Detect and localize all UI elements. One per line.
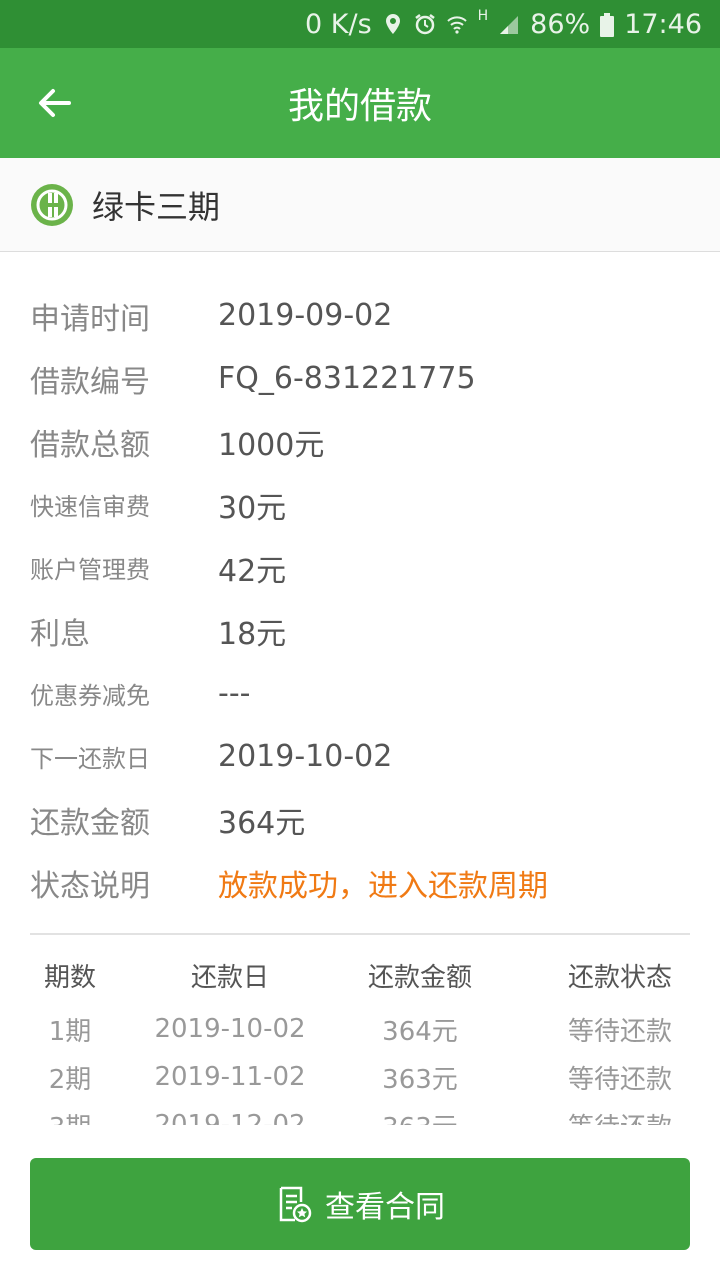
schedule-header: 期数 还款日 还款金额 还款状态 bbox=[0, 945, 720, 1005]
detail-row-apply-time: 申请时间 2019-09-02 bbox=[0, 284, 720, 347]
document-icon bbox=[279, 1186, 312, 1223]
table-cell: 2019-12-02 bbox=[154, 1110, 306, 1125]
detail-row-interest: 利息 18元 bbox=[0, 599, 720, 662]
detail-value: 1000元 bbox=[218, 427, 325, 463]
detail-label: 快速信审费 bbox=[30, 493, 150, 521]
table-cell: 1期 bbox=[48, 1016, 92, 1047]
battery-percent: 86% bbox=[530, 8, 591, 40]
status-bar: 0 K/s H 86% 17:46 bbox=[0, 0, 720, 48]
detail-label: 利息 bbox=[30, 616, 90, 652]
detail-row-loan-no: 借款编号 FQ_6-831221775 bbox=[0, 347, 720, 410]
detail-label: 还款金额 bbox=[30, 805, 150, 841]
table-cell: 3期 bbox=[0, 1107, 140, 1126]
table-cell: 2019-11-02 bbox=[154, 1062, 306, 1092]
network-type: H bbox=[477, 8, 489, 24]
table-cell: 等待还款 bbox=[567, 1016, 672, 1047]
page-title: 我的借款 bbox=[287, 86, 432, 127]
detail-label: 账户管理费 bbox=[30, 556, 150, 584]
column-header: 期数 bbox=[43, 962, 96, 993]
detail-row-status: 状态说明 放款成功，进入还款周期 bbox=[0, 851, 720, 914]
detail-value: FQ_6-831221775 bbox=[218, 361, 476, 396]
detail-value: 42元 bbox=[218, 553, 287, 589]
repayment-schedule[interactable]: 期数 还款日 还款金额 还款状态 1期 2019-10-02 364元 等待还款… bbox=[0, 945, 720, 1126]
product-header: 绿卡三期 bbox=[0, 158, 720, 252]
signal-icon bbox=[498, 13, 520, 35]
detail-value: 18元 bbox=[218, 616, 287, 652]
detail-label: 申请时间 bbox=[30, 301, 150, 337]
app-bar: 我的借款 bbox=[0, 48, 720, 158]
detail-value: --- bbox=[218, 676, 251, 711]
location-icon bbox=[382, 13, 404, 35]
detail-label: 借款总额 bbox=[30, 427, 150, 463]
divider bbox=[30, 933, 690, 935]
table-row: 1期 2019-10-02 364元 等待还款 bbox=[0, 1005, 720, 1053]
table-cell: 363元 bbox=[320, 1107, 520, 1126]
table-cell: 等待还款 bbox=[520, 1107, 720, 1126]
detail-row-repay-amount: 还款金额 364元 bbox=[0, 788, 720, 851]
detail-label: 借款编号 bbox=[30, 364, 150, 400]
detail-value: 2019-09-02 bbox=[218, 298, 393, 333]
table-cell: 2期 bbox=[48, 1064, 92, 1095]
back-button[interactable] bbox=[30, 78, 80, 128]
detail-row-next-date: 下一还款日 2019-10-02 bbox=[0, 725, 720, 788]
table-cell: 364元 bbox=[382, 1016, 458, 1047]
detail-label: 状态说明 bbox=[30, 868, 150, 904]
column-header: 还款日 bbox=[190, 962, 269, 993]
clock: 17:46 bbox=[624, 8, 702, 40]
wifi-icon bbox=[446, 13, 468, 35]
detail-value: 2019-10-02 bbox=[218, 739, 393, 774]
detail-label: 下一还款日 bbox=[30, 745, 150, 773]
table-row: 2期 2019-11-02 363元 等待还款 bbox=[0, 1053, 720, 1101]
table-cell: 363元 bbox=[382, 1064, 458, 1095]
battery-icon bbox=[600, 13, 615, 37]
arrow-left-icon bbox=[39, 89, 71, 117]
table-row: 3期 2019-12-02 363元 等待还款 bbox=[0, 1101, 720, 1125]
detail-row-fast-review-fee: 快速信审费 30元 bbox=[0, 473, 720, 536]
view-contract-label: 查看合同 bbox=[325, 1190, 445, 1225]
alarm-icon bbox=[414, 13, 436, 35]
detail-row-coupon: 优惠券减免 --- bbox=[0, 662, 720, 725]
detail-label: 优惠券减免 bbox=[30, 682, 150, 710]
status-text: 放款成功，进入还款周期 bbox=[218, 868, 548, 904]
table-cell: 等待还款 bbox=[567, 1064, 672, 1095]
column-header: 还款状态 bbox=[567, 962, 672, 993]
detail-row-account-fee: 账户管理费 42元 bbox=[0, 536, 720, 599]
table-cell: 2019-10-02 bbox=[154, 1014, 306, 1044]
detail-value: 30元 bbox=[218, 490, 287, 526]
net-speed: 0 K/s bbox=[305, 8, 372, 40]
product-name: 绿卡三期 bbox=[92, 187, 221, 226]
detail-row-loan-total: 借款总额 1000元 bbox=[0, 410, 720, 473]
detail-value: 364元 bbox=[218, 805, 306, 841]
view-contract-button[interactable]: 查看合同 bbox=[30, 1158, 690, 1250]
green-card-logo-icon bbox=[31, 183, 73, 226]
column-header: 还款金额 bbox=[367, 962, 472, 993]
loan-details: 申请时间 2019-09-02 借款编号 FQ_6-831221775 借款总额… bbox=[0, 284, 720, 914]
